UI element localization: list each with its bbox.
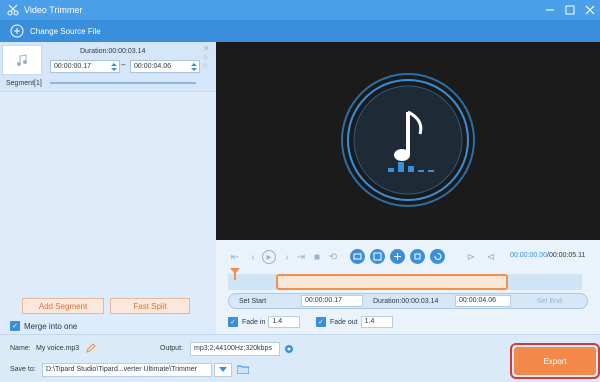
segment-close-icon[interactable]: ✕ bbox=[203, 44, 210, 53]
fade-in-checkbox[interactable]: ✓ bbox=[228, 317, 238, 327]
range-dash: – bbox=[121, 60, 126, 69]
change-source-button[interactable]: Change Source File bbox=[30, 27, 101, 36]
next-frame-icon[interactable]: › bbox=[280, 250, 294, 264]
start-spinner[interactable] bbox=[111, 62, 117, 72]
output-field[interactable]: mp3;2;44100Hz;320kbps bbox=[190, 342, 280, 356]
fade-in-label: Fade in bbox=[242, 318, 266, 326]
segment-card[interactable]: Segment[1] Duration:00:00:03.14 00:00:00… bbox=[0, 42, 216, 92]
name-label: Name: bbox=[10, 345, 31, 352]
time-readout: 00:00:00.00/00:00:05.11 bbox=[510, 252, 586, 259]
reset-icon[interactable] bbox=[430, 249, 445, 264]
mark-out-icon[interactable]: ⊲ bbox=[484, 250, 498, 264]
play-icon[interactable]: ▸ bbox=[262, 250, 276, 264]
trim-row: Set Start 00:00:00.17 Duration:00:00:03.… bbox=[228, 293, 588, 309]
merge-checkbox[interactable]: ✓ Merge into one bbox=[10, 321, 77, 331]
set-start-button[interactable]: Set Start bbox=[239, 294, 266, 308]
window-title: Video Trimmer bbox=[24, 5, 83, 15]
fast-split-button[interactable]: Fast Split bbox=[110, 298, 190, 314]
snapshot-icon[interactable] bbox=[350, 249, 365, 264]
start-time-input[interactable]: 00:00:00.17 bbox=[301, 295, 363, 307]
fade-out-label: Fade out bbox=[330, 318, 358, 326]
toolbar: Change Source File bbox=[0, 20, 600, 42]
controls-area: ⇤ ‹ ▸ › ⇥ ■ ⟲ ⊳ ⊲ 00:00:00.00/00:00:05.1… bbox=[216, 240, 600, 334]
prev-frame-icon[interactable]: ‹ bbox=[246, 250, 260, 264]
segment-label: Segment[1] bbox=[6, 80, 42, 87]
settings-icon[interactable] bbox=[283, 343, 295, 357]
playhead-marker[interactable] bbox=[230, 268, 240, 280]
copy-icon[interactable] bbox=[410, 249, 425, 264]
loop-icon[interactable]: ⟲ bbox=[326, 250, 340, 264]
scissors-icon bbox=[6, 3, 20, 17]
close-icon[interactable] bbox=[580, 0, 600, 20]
music-note-icon bbox=[17, 54, 27, 66]
trim-selection[interactable] bbox=[276, 274, 508, 290]
fade-in-control[interactable]: ✓ Fade in 1.4 bbox=[228, 316, 301, 328]
output-label: Output: bbox=[160, 345, 183, 352]
end-time-input[interactable]: 00:00:04.06 bbox=[455, 295, 511, 307]
segment-duration: Duration:00:00:03.14 bbox=[80, 48, 146, 55]
plus-icon[interactable] bbox=[390, 249, 405, 264]
save-label: Save to: bbox=[10, 366, 36, 373]
export-button[interactable]: Export bbox=[514, 347, 596, 375]
save-path-field[interactable]: D:\Tipard Studio\Tipard...verter Ultimat… bbox=[42, 363, 212, 377]
segment-end-input[interactable]: 00:00:04.06 bbox=[130, 60, 200, 73]
preview-area bbox=[216, 42, 600, 240]
maximize-icon[interactable] bbox=[560, 0, 580, 20]
edit-icon[interactable] bbox=[86, 343, 96, 355]
end-spinner[interactable] bbox=[191, 62, 197, 72]
dropdown-chevron-icon[interactable] bbox=[214, 363, 232, 377]
name-value[interactable]: My voice.mp3 bbox=[36, 345, 79, 352]
merge-label: Merge into one bbox=[24, 321, 78, 331]
minimize-icon[interactable] bbox=[540, 0, 560, 20]
fade-out-checkbox[interactable]: ✓ bbox=[316, 317, 326, 327]
timeline-track[interactable] bbox=[228, 268, 582, 290]
skip-end-icon[interactable]: ⇥ bbox=[294, 250, 308, 264]
bottom-bar: Name: My voice.mp3 Output: mp3;2;44100Hz… bbox=[0, 334, 600, 382]
segment-progress bbox=[50, 82, 196, 84]
stop-icon[interactable]: ■ bbox=[310, 250, 324, 264]
fade-in-input[interactable]: 1.4 bbox=[268, 316, 301, 328]
set-end-button[interactable]: Set End bbox=[537, 294, 562, 308]
folder-icon[interactable] bbox=[236, 364, 250, 376]
move-up-icon[interactable]: ◇ bbox=[203, 54, 208, 61]
segment-start-input[interactable]: 00:00:00.17 bbox=[50, 60, 120, 73]
add-segment-button[interactable]: Add Segment bbox=[22, 298, 104, 314]
clip-icon[interactable] bbox=[370, 249, 385, 264]
fade-out-input[interactable]: 1.4 bbox=[360, 316, 393, 328]
skip-start-icon[interactable]: ⇤ bbox=[228, 250, 242, 264]
mark-in-icon[interactable]: ⊳ bbox=[464, 250, 478, 264]
fade-out-control[interactable]: ✓ Fade out 1.4 bbox=[316, 316, 393, 328]
segment-panel: Segment[1] Duration:00:00:03.14 00:00:00… bbox=[0, 42, 216, 334]
add-circle-icon[interactable] bbox=[10, 24, 24, 38]
title-bar: Video Trimmer bbox=[0, 0, 600, 20]
export-highlight: Export bbox=[510, 343, 600, 379]
audio-visual bbox=[341, 73, 475, 207]
segment-thumbnail bbox=[2, 45, 42, 75]
move-down-icon[interactable]: ◇ bbox=[203, 62, 208, 69]
checkbox-check-icon[interactable]: ✓ bbox=[10, 321, 20, 331]
trim-duration: Duration:00:00:03.14 bbox=[373, 297, 439, 305]
